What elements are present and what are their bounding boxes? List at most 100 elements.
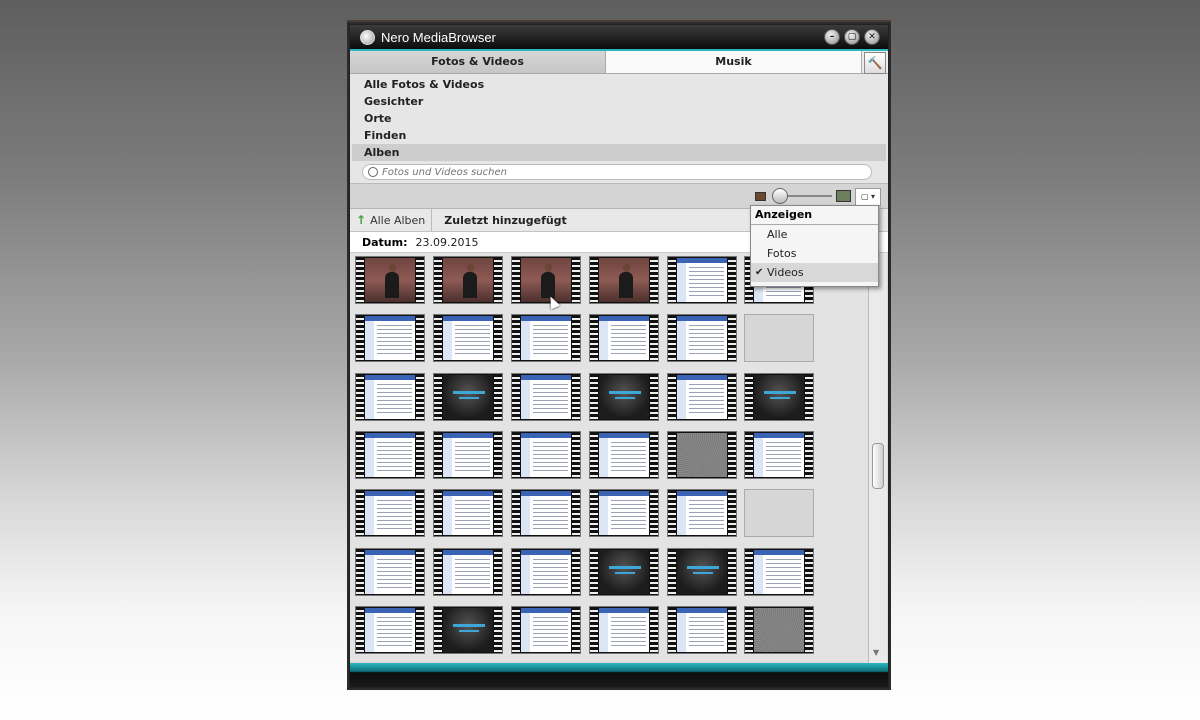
video-thumbnail[interactable] [511,606,581,654]
tab-musik[interactable]: Musik [606,51,862,73]
video-thumbnail[interactable] [355,431,425,479]
doc-frame [677,258,727,302]
video-thumbnail[interactable] [667,431,737,479]
video-thumbnail[interactable] [433,314,503,362]
window-title: Nero MediaBrowser [381,29,496,45]
doc-frame [677,608,727,652]
doc-frame [521,316,571,360]
doc-frame [754,433,804,477]
back-label: Alle Alben [370,213,426,227]
media-browser-window: Nero MediaBrowser – ▢ ✕ Fotos & Videos M… [349,24,889,688]
video-thumbnail[interactable] [433,256,503,304]
category-finden[interactable]: Finden [350,127,888,144]
category-orte[interactable]: Orte [350,110,888,127]
video-thumbnail[interactable] [667,256,737,304]
speaker-frame [365,258,415,302]
vertical-scrollbar[interactable]: ▼ [868,253,887,663]
video-thumbnail[interactable] [589,606,659,654]
video-thumbnail[interactable] [433,489,503,537]
video-thumbnail[interactable] [511,431,581,479]
doc-frame [365,550,415,594]
video-thumbnail[interactable] [433,606,503,654]
video-thumbnail[interactable] [511,548,581,596]
video-thumbnail[interactable] [589,548,659,596]
doc-frame [365,316,415,360]
maximize-button[interactable]: ▢ [844,29,860,45]
video-thumbnail[interactable] [744,548,814,596]
video-thumbnail[interactable] [667,606,737,654]
video-thumbnail[interactable] [433,548,503,596]
video-thumbnail[interactable] [355,256,425,304]
video-thumbnail[interactable] [667,373,737,421]
menu-item-alle[interactable]: Alle [751,225,878,244]
video-thumbnail[interactable] [355,373,425,421]
doc-frame [754,550,804,594]
doc-frame [599,491,649,535]
dark-frame [443,375,493,419]
video-thumbnail[interactable] [589,314,659,362]
video-thumbnail[interactable] [589,256,659,304]
video-thumbnail[interactable] [744,431,814,479]
scrollbar-thumb[interactable] [872,443,884,489]
video-thumbnail[interactable] [667,314,737,362]
speaker-frame [599,258,649,302]
doc-frame [599,433,649,477]
category-alle[interactable]: Alle Fotos & Videos [350,76,888,93]
doc-frame [521,491,571,535]
tab-fotos-videos[interactable]: Fotos & Videos [350,51,606,73]
back-arrow-icon: ↑ [356,213,367,227]
menu-item-label: Fotos [767,247,797,260]
doc-frame [677,316,727,360]
dark-frame [677,550,727,594]
category-alben[interactable]: Alben [352,144,886,161]
close-button[interactable]: ✕ [864,29,880,45]
doc-frame [443,316,493,360]
category-list: Alle Fotos & Videos Gesichter Orte Finde… [350,74,888,161]
title-bar[interactable]: Nero MediaBrowser – ▢ ✕ [350,25,888,51]
doc-frame [599,316,649,360]
scroll-down-icon[interactable]: ▼ [873,648,879,657]
video-thumbnail[interactable] [589,373,659,421]
dark-frame [754,375,804,419]
dark-frame [443,608,493,652]
checkmark-icon: ✔ [755,267,764,278]
video-thumbnail[interactable] [511,256,581,304]
video-thumbnail[interactable] [433,431,503,479]
back-to-albums-button[interactable]: ↑ Alle Alben [350,209,433,231]
doc-frame [365,608,415,652]
hammer-icon[interactable]: 🔨 [864,52,886,74]
video-thumbnail[interactable] [589,431,659,479]
doc-frame [365,433,415,477]
search-input[interactable] [382,166,842,178]
tab-bar: Fotos & Videos Musik 🔨 [350,51,888,74]
noise-frame [677,433,727,477]
video-thumbnail[interactable] [744,489,814,537]
minimize-button[interactable]: – [824,29,840,45]
menu-item-label: Alle [767,228,788,241]
search-box[interactable] [362,164,872,180]
video-thumbnail[interactable] [511,373,581,421]
doc-frame [443,491,493,535]
video-thumbnail[interactable] [744,606,814,654]
thumbnail-grid [350,253,868,661]
doc-frame [521,550,571,594]
video-thumbnail[interactable] [433,373,503,421]
video-thumbnail[interactable] [744,373,814,421]
video-thumbnail[interactable] [511,489,581,537]
video-thumbnail[interactable] [355,548,425,596]
view-filter-button[interactable]: ▢ ▾ [855,188,881,206]
doc-frame [677,375,727,419]
video-thumbnail[interactable] [667,489,737,537]
menu-item-fotos[interactable]: Fotos [751,244,878,263]
zoom-slider-handle[interactable] [772,188,788,204]
video-thumbnail[interactable] [589,489,659,537]
video-thumbnail[interactable] [667,548,737,596]
video-thumbnail[interactable] [355,606,425,654]
video-thumbnail[interactable] [355,489,425,537]
doc-frame [443,433,493,477]
video-thumbnail[interactable] [744,314,814,362]
menu-item-videos[interactable]: ✔ Videos [751,263,878,282]
video-thumbnail[interactable] [511,314,581,362]
category-gesichter[interactable]: Gesichter [350,93,888,110]
video-thumbnail[interactable] [355,314,425,362]
